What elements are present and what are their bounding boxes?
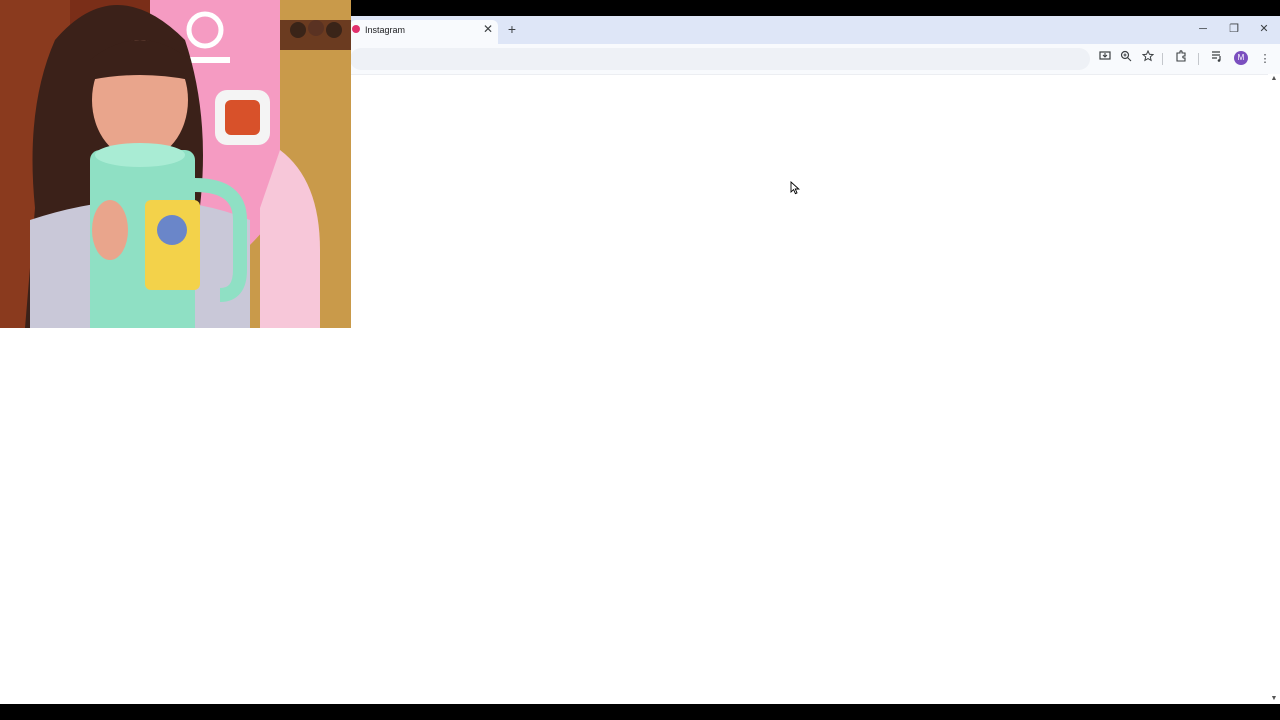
webcam-feed-image	[0, 0, 351, 328]
zoom-icon[interactable]	[1117, 50, 1135, 68]
mouse-cursor-icon	[790, 181, 800, 195]
scrollbar[interactable]: ▲ ▼	[1268, 74, 1280, 704]
new-tab-button[interactable]: +	[505, 21, 519, 37]
toolbar-separator	[1162, 53, 1163, 65]
scroll-up-icon[interactable]: ▲	[1268, 74, 1280, 84]
restore-button[interactable]: ❐	[1222, 20, 1246, 38]
letterbox-bottom	[0, 704, 1280, 720]
scroll-down-icon[interactable]: ▼	[1268, 694, 1280, 704]
tab-close-icon[interactable]: ✕	[482, 22, 494, 36]
bookmark-star-icon[interactable]	[1139, 49, 1157, 68]
window-close-button[interactable]: ✕	[1252, 20, 1276, 38]
menu-icon[interactable]: ⋮	[1256, 50, 1274, 68]
toolbar-separator	[1198, 53, 1199, 65]
instagram-favicon-icon	[352, 25, 360, 33]
screen: Instagram ✕ + ─ ❐ ✕ M ⋮ ▲ ▼	[0, 0, 1280, 720]
minimize-button[interactable]: ─	[1191, 20, 1215, 38]
tab-title: Instagram	[365, 25, 406, 35]
webcam-overlay	[0, 0, 351, 328]
address-bar[interactable]	[350, 48, 1090, 70]
extensions-icon[interactable]	[1172, 50, 1190, 68]
profile-avatar[interactable]: M	[1234, 51, 1248, 65]
media-controls-icon[interactable]	[1208, 50, 1226, 68]
install-app-icon[interactable]	[1096, 50, 1114, 68]
